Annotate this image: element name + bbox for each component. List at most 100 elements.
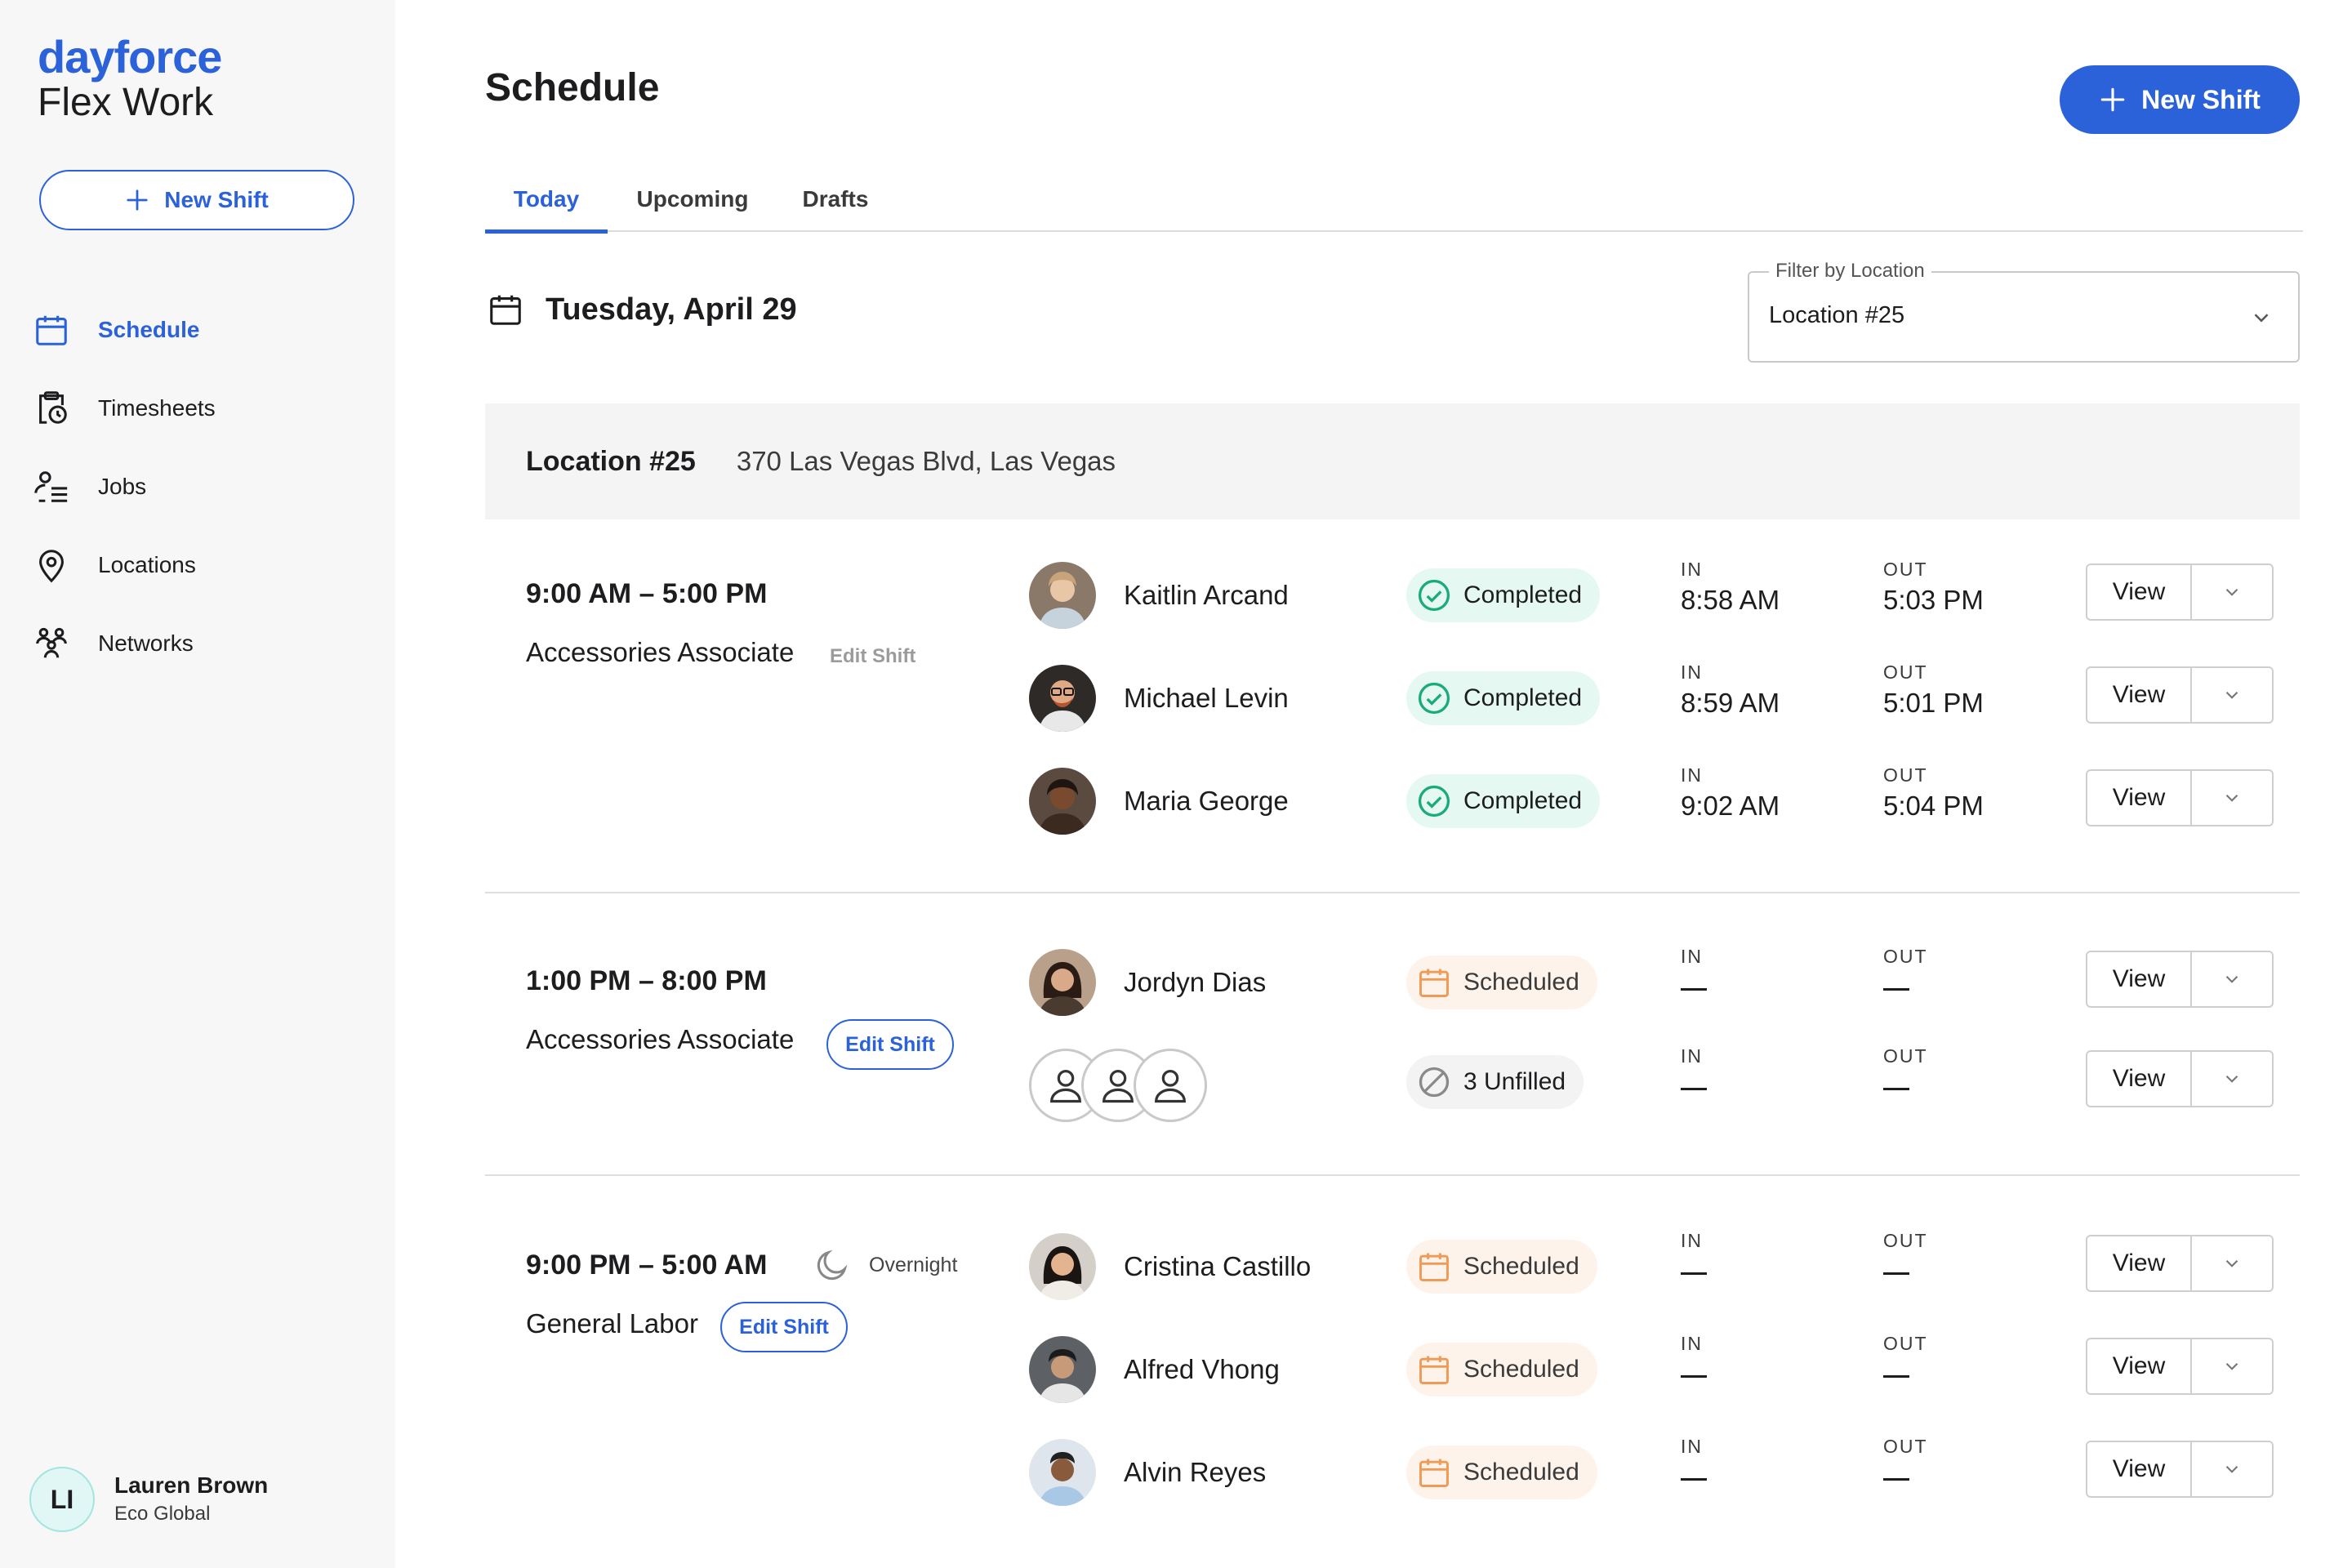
- worker-photo: [1029, 1439, 1096, 1506]
- more-actions-button[interactable]: [2192, 668, 2272, 722]
- sidebar: dayforce Flex Work New Shift Schedule Ti…: [0, 0, 395, 1568]
- clock-out-empty: [1883, 1088, 1909, 1090]
- calendar-icon: [1419, 969, 1449, 997]
- view-split-button: View: [2086, 769, 2274, 826]
- more-actions-button[interactable]: [2192, 771, 2272, 825]
- view-button[interactable]: View: [2087, 1236, 2192, 1290]
- status-text: Completed: [1463, 684, 1583, 711]
- new-shift-label: New Shift: [2141, 84, 2261, 114]
- status-text: 3 Unfilled: [1463, 1068, 1566, 1095]
- view-button[interactable]: View: [2087, 952, 2192, 1006]
- location-filter-select[interactable]: Filter by Location Location #25: [1748, 260, 2300, 363]
- view-button[interactable]: View: [2087, 771, 2192, 825]
- flex-work-logo: Flex Work: [38, 81, 214, 124]
- clock-out-empty: [1883, 1375, 1909, 1378]
- chevron-down-icon: [2225, 1362, 2238, 1370]
- more-actions-button[interactable]: [2192, 565, 2272, 619]
- calendar-icon: [36, 315, 67, 345]
- view-split-button: View: [2086, 1441, 2274, 1498]
- unfilled-slots[interactable]: [1029, 1049, 1209, 1122]
- page-title: Schedule: [485, 66, 660, 109]
- tab-today[interactable]: Today: [485, 167, 608, 234]
- sidebar-item-jobs[interactable]: Jobs: [33, 448, 376, 526]
- clock-out-time: 5:03 PM: [1883, 585, 1984, 615]
- filter-value: Location #25: [1769, 302, 1905, 328]
- new-shift-button[interactable]: New Shift: [2060, 65, 2300, 134]
- worker-row: Cristina Castillo Scheduled IN OUT View: [1029, 1230, 2287, 1300]
- shift-role: General Labor: [526, 1308, 698, 1339]
- clock-out-label: OUT: [1883, 764, 1928, 786]
- worker-name: Jordyn Dias: [1124, 967, 1267, 997]
- clock-in-label: IN: [1681, 1333, 1703, 1354]
- worker-photo: [1029, 665, 1096, 732]
- check-circle-icon: [1418, 785, 1450, 817]
- sidebar-item-schedule[interactable]: Schedule: [33, 291, 376, 369]
- overnight-label: Overnight: [869, 1253, 958, 1276]
- status-badge: Scheduled: [1406, 956, 1597, 1009]
- user-name: Lauren Brown: [114, 1472, 269, 1498]
- edit-shift-button[interactable]: Edit Shift: [826, 1019, 954, 1070]
- sidebar-item-label: Networks: [98, 630, 194, 656]
- clock-in-label: IN: [1681, 946, 1703, 967]
- view-split-button: View: [2086, 1338, 2274, 1395]
- clock-in-time: 9:02 AM: [1681, 791, 1780, 821]
- dayforce-logo: dayforce: [38, 31, 222, 82]
- chevron-down-icon: [2254, 314, 2269, 323]
- calendar-icon: [1419, 1356, 1449, 1384]
- more-actions-button[interactable]: [2192, 1339, 2272, 1393]
- clock-out-label: OUT: [1883, 946, 1928, 967]
- more-actions-button[interactable]: [2192, 1236, 2272, 1290]
- sidebar-item-timesheets[interactable]: Timesheets: [33, 369, 376, 448]
- tab-drafts[interactable]: Drafts: [791, 167, 880, 232]
- tab-upcoming[interactable]: Upcoming: [626, 167, 760, 232]
- timesheet-icon: [39, 391, 67, 424]
- sidebar-item-networks[interactable]: Networks: [33, 604, 376, 683]
- chevron-down-icon: [2225, 1075, 2238, 1083]
- clock-in-empty: [1681, 1478, 1707, 1481]
- worker-name: Cristina Castillo: [1124, 1251, 1312, 1281]
- status-badge: Completed: [1406, 774, 1601, 828]
- clock-in-empty: [1681, 1375, 1707, 1378]
- more-actions-button[interactable]: [2192, 952, 2272, 1006]
- sidebar-item-locations[interactable]: Locations: [33, 526, 376, 604]
- network-icon: [36, 627, 67, 658]
- sidebar-new-shift-label: New Shift: [164, 187, 269, 212]
- sidebar-new-shift-button[interactable]: New Shift: [39, 170, 354, 230]
- status-text: Scheduled: [1463, 969, 1579, 996]
- view-button[interactable]: View: [2087, 1442, 2192, 1496]
- clock-out-label: OUT: [1883, 662, 1928, 683]
- more-actions-button[interactable]: [2192, 1442, 2272, 1496]
- view-button[interactable]: View: [2087, 1052, 2192, 1106]
- calendar-icon: [1419, 1459, 1449, 1487]
- clock-in-label: IN: [1681, 1436, 1703, 1457]
- status-text: Scheduled: [1463, 1253, 1579, 1280]
- edit-shift-button[interactable]: Edit Shift: [720, 1302, 848, 1352]
- calendar-icon: [490, 295, 521, 325]
- chevron-down-icon: [2225, 794, 2238, 802]
- worker-name: Maria George: [1124, 786, 1289, 816]
- status-badge: Scheduled: [1406, 1446, 1597, 1499]
- shift-role: Accessories Associate: [526, 1024, 795, 1054]
- worker-photo: [1029, 1336, 1096, 1403]
- view-button[interactable]: View: [2087, 668, 2192, 722]
- sidebar-item-label: Locations: [98, 552, 196, 577]
- status-text: Completed: [1463, 787, 1583, 814]
- user-profile[interactable]: LI Lauren Brown Eco Global: [29, 1467, 268, 1532]
- jobs-icon: [34, 471, 68, 502]
- status-text: Scheduled: [1463, 1356, 1579, 1383]
- view-button[interactable]: View: [2087, 565, 2192, 619]
- clock-in-time: 8:59 AM: [1681, 688, 1780, 718]
- clock-in-label: IN: [1681, 1045, 1703, 1067]
- plus-icon: [127, 189, 148, 211]
- edit-shift-button-disabled: Edit Shift: [830, 645, 916, 667]
- chevron-down-icon: [2225, 1259, 2238, 1267]
- more-actions-button[interactable]: [2192, 1052, 2272, 1106]
- status-badge: Scheduled: [1406, 1240, 1597, 1294]
- worker-name: Kaitlin Arcand: [1124, 580, 1289, 610]
- location-address: 370 Las Vegas Blvd, Las Vegas: [736, 446, 1116, 476]
- empty-person-icon: [1134, 1049, 1207, 1122]
- check-circle-icon: [1418, 579, 1450, 612]
- clock-out-empty: [1883, 1478, 1909, 1481]
- view-button[interactable]: View: [2087, 1339, 2192, 1393]
- unfilled-row: 3 Unfilled IN OUT View: [1029, 1045, 2287, 1122]
